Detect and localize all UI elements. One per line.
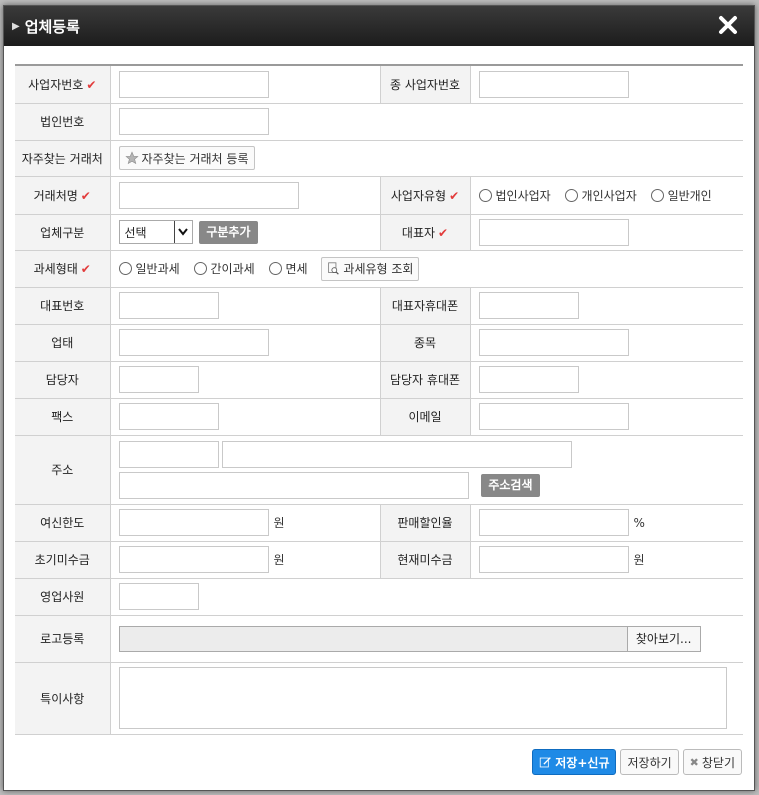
sales-rep-input[interactable] bbox=[118, 583, 199, 610]
dialog-titlebar: ▶ 업체등록 bbox=[4, 6, 754, 46]
label-frequent: 자주찾는 거래처 bbox=[15, 140, 111, 177]
client-registration-dialog: ▶ 업체등록 사업자번호 ✔ 종 사업자번호 법인번호 자주찾는 거래처 자주찾… bbox=[3, 5, 755, 791]
initial-receivable-input[interactable] bbox=[118, 546, 269, 573]
star-icon bbox=[124, 151, 139, 165]
edit-icon bbox=[540, 756, 552, 767]
label-tax-type: 과세형태 ✔ bbox=[15, 250, 111, 288]
required-check-icon: ✔ bbox=[80, 262, 91, 276]
triangle-icon: ▶ bbox=[12, 20, 20, 32]
label-biz-no: 사업자번호 ✔ bbox=[15, 66, 111, 104]
label-sub-biz-no: 종 사업자번호 bbox=[380, 66, 471, 104]
close-window-button[interactable]: ✖ 창닫기 bbox=[682, 749, 742, 775]
category-select[interactable]: 선택 bbox=[118, 220, 193, 244]
chevron-down-icon bbox=[173, 221, 192, 243]
tax-type-lookup-button[interactable]: 과세유형 조회 bbox=[321, 256, 420, 281]
address-input[interactable] bbox=[222, 440, 573, 468]
save-button[interactable]: 저장하기 bbox=[620, 749, 679, 775]
fax-input[interactable] bbox=[118, 403, 219, 430]
label-manager: 담당자 bbox=[15, 361, 111, 399]
label-email: 이메일 bbox=[380, 398, 471, 436]
radio-tax-exempt[interactable]: 면세 bbox=[268, 260, 308, 277]
label-initial-receivable: 초기미수금 bbox=[15, 541, 111, 579]
label-fax: 팩스 bbox=[15, 398, 111, 436]
manager-mobile-input[interactable] bbox=[478, 366, 579, 393]
required-check-icon: ✔ bbox=[438, 225, 449, 240]
manager-input[interactable] bbox=[118, 366, 199, 393]
ceo-input[interactable] bbox=[478, 218, 629, 246]
business-input[interactable] bbox=[118, 329, 269, 356]
address-search-button[interactable]: 주소검색 bbox=[481, 473, 540, 497]
unit-won: 원 bbox=[273, 516, 285, 530]
label-ceo: 대표자 ✔ bbox=[380, 214, 471, 251]
close-icon: ✖ bbox=[689, 755, 699, 769]
required-check-icon: ✔ bbox=[86, 77, 97, 92]
label-category: 업체구분 bbox=[15, 214, 111, 251]
save-and-new-button[interactable]: 저장+신규 bbox=[532, 749, 617, 775]
radio-individual[interactable]: 일반개인 bbox=[650, 187, 712, 204]
label-credit-limit: 여신한도 bbox=[15, 504, 111, 542]
label-sales-rep: 영업사원 bbox=[15, 578, 111, 616]
unit-won: 원 bbox=[273, 553, 285, 567]
address-detail-input[interactable] bbox=[118, 471, 469, 499]
radio-simplified-tax[interactable]: 간이과세 bbox=[193, 260, 255, 277]
register-frequent-button[interactable]: 자주찾는 거래처 등록 bbox=[118, 146, 255, 170]
label-business: 업태 bbox=[15, 324, 111, 362]
close-icon[interactable] bbox=[716, 13, 740, 37]
dialog-title: 업체등록 bbox=[24, 17, 80, 36]
biz-no-input[interactable] bbox=[118, 70, 269, 98]
dialog-footer: 저장+신규 저장하기 ✖ 창닫기 bbox=[532, 749, 742, 775]
unit-won: 원 bbox=[633, 553, 645, 567]
discount-rate-input[interactable] bbox=[478, 509, 629, 536]
radio-individual-business[interactable]: 개인사업자 bbox=[564, 187, 637, 204]
corp-no-input[interactable] bbox=[118, 108, 269, 135]
zip-code-input[interactable] bbox=[118, 440, 219, 468]
label-ceo-mobile: 대표자휴대폰 bbox=[380, 287, 471, 325]
browse-button[interactable]: 찾아보기... bbox=[626, 626, 700, 651]
radio-corporate[interactable]: 법인사업자 bbox=[478, 187, 551, 204]
logo-file-input[interactable]: 찾아보기... bbox=[118, 625, 701, 652]
notes-textarea[interactable] bbox=[118, 667, 727, 729]
label-item: 종목 bbox=[380, 324, 471, 362]
label-notes: 특이사항 bbox=[15, 662, 111, 735]
unit-percent: % bbox=[633, 515, 645, 530]
main-phone-input[interactable] bbox=[118, 292, 219, 319]
radio-general-tax[interactable]: 일반과세 bbox=[118, 260, 180, 277]
label-address: 주소 bbox=[15, 435, 111, 505]
label-client-name: 거래처명 ✔ bbox=[15, 176, 111, 215]
label-current-receivable: 현재미수금 bbox=[380, 541, 471, 579]
item-input[interactable] bbox=[478, 329, 629, 356]
required-check-icon: ✔ bbox=[80, 188, 91, 203]
label-discount-rate: 판매할인율 bbox=[380, 504, 471, 542]
ceo-mobile-input[interactable] bbox=[478, 292, 579, 319]
credit-limit-input[interactable] bbox=[118, 509, 269, 536]
sub-biz-no-input[interactable] bbox=[478, 70, 629, 98]
label-main-phone: 대표번호 bbox=[15, 287, 111, 325]
search-document-icon bbox=[328, 262, 340, 275]
client-name-input[interactable] bbox=[118, 181, 299, 209]
label-logo: 로고등록 bbox=[15, 615, 111, 663]
registration-form: 사업자번호 ✔ 종 사업자번호 법인번호 자주찾는 거래처 자주찾는 거래처 등록 bbox=[15, 64, 743, 735]
current-receivable-input[interactable] bbox=[478, 546, 629, 573]
label-corp-no: 법인번호 bbox=[15, 103, 111, 141]
email-input[interactable] bbox=[478, 403, 629, 430]
label-biz-type: 사업자유형 ✔ bbox=[380, 176, 471, 215]
required-check-icon: ✔ bbox=[449, 188, 460, 203]
add-category-button[interactable]: 구분추가 bbox=[199, 220, 258, 244]
label-manager-mobile: 담당자 휴대폰 bbox=[380, 361, 471, 399]
